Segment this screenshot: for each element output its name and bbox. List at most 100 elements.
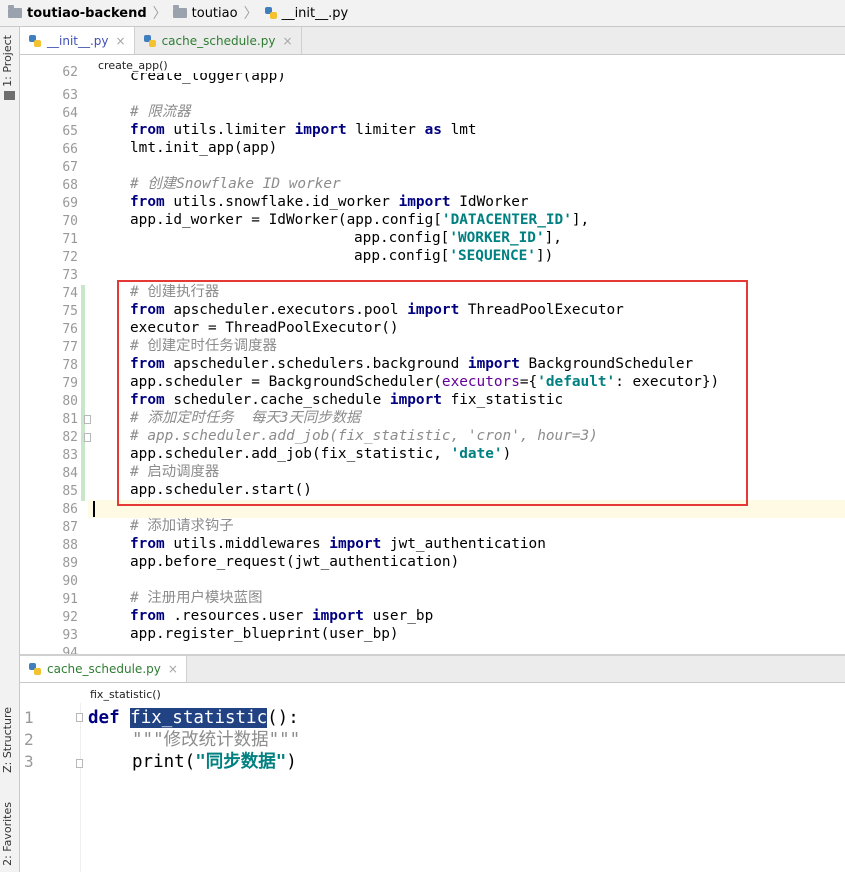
fold-marker-icon[interactable]	[76, 759, 83, 768]
line-number: 66	[62, 142, 78, 157]
text-caret	[93, 501, 95, 517]
project-folder-icon[interactable]	[4, 91, 15, 100]
line-number: 64	[62, 106, 78, 121]
structure-tool-tab[interactable]: Z: Structure	[1, 707, 14, 773]
comment-token: # 限流器	[130, 104, 191, 120]
code-token: utils.limiter	[164, 122, 295, 138]
code-token: utils.snowflake.id_worker	[164, 194, 399, 210]
line-number: 73	[62, 268, 78, 283]
keyword-token: import	[398, 194, 451, 210]
fold-marker-icon[interactable]	[76, 713, 83, 722]
code-token: IdWorker	[450, 194, 529, 210]
keyword-token: import	[294, 122, 347, 138]
line-number: 76	[62, 322, 78, 337]
code-line: def fix_statistic():	[88, 706, 299, 730]
keyword-token: def	[88, 708, 120, 728]
line-number: 91	[62, 592, 78, 607]
annotation-highlight-box	[117, 280, 748, 506]
breadcrumb-folder[interactable]: toutiao	[172, 5, 238, 21]
project-tool-tab[interactable]: 1: Project	[1, 35, 14, 87]
line-number: 69	[62, 196, 78, 211]
code-breadcrumb: fix_statistic()	[20, 683, 845, 703]
code-token: lmt	[441, 122, 477, 138]
project-name: toutiao-backend	[27, 5, 147, 21]
line-number: 74	[62, 286, 78, 301]
code-line: create_logger(app)	[130, 73, 286, 84]
tab-cache-schedule[interactable]: cache_schedule.py ×	[135, 27, 302, 54]
line-number: 79	[62, 376, 78, 391]
line-number: 88	[62, 538, 78, 553]
code-token: )	[286, 752, 297, 772]
function-breadcrumb[interactable]: fix_statistic()	[90, 688, 161, 701]
code-line: # 限流器	[130, 103, 191, 121]
selected-function-name: fix_statistic	[130, 708, 268, 728]
line-number: 62	[62, 65, 78, 80]
line-number: 84	[62, 466, 78, 481]
code-token: app.config[	[354, 248, 450, 264]
python-file-icon	[143, 34, 156, 47]
keyword-token: import	[329, 536, 382, 552]
comment-token: # 添加请求钩子	[130, 518, 234, 534]
close-icon[interactable]: ×	[168, 662, 178, 676]
line-number: 63	[62, 88, 78, 103]
line-number-gutter: 1 2 3	[20, 703, 81, 872]
editor-tab-bar: __init__.py × cache_schedule.py ×	[20, 27, 845, 55]
line-number: 83	[62, 448, 78, 463]
tab-init-py[interactable]: __init__.py ×	[20, 27, 135, 54]
string-token: 'DATACENTER_ID'	[441, 212, 572, 228]
chevron-right-icon: 〉	[152, 6, 167, 22]
keyword-token: as	[424, 122, 442, 138]
favorites-tool-tab[interactable]: 2: Favorites	[1, 802, 14, 866]
close-icon[interactable]: ×	[116, 34, 126, 48]
vcs-change-marker[interactable]	[81, 285, 85, 501]
line-number: 80	[62, 394, 78, 409]
tab-cache-schedule-split[interactable]: cache_schedule.py ×	[20, 656, 187, 682]
folder-icon	[172, 5, 187, 18]
code-token: app.config[	[354, 230, 450, 246]
split-editor-tab-bar: cache_schedule.py ×	[20, 656, 845, 683]
line-number-gutter: 62 63 64 65 66 67 68 69 70 71 72 73 74 7…	[20, 65, 88, 661]
code-line: # 注册用户模块蓝图	[130, 589, 262, 607]
code-token: utils.middlewares	[164, 536, 330, 552]
navigation-breadcrumb: toutiao-backend 〉 toutiao 〉 __init__.py	[0, 0, 845, 27]
line-number: 92	[62, 610, 78, 625]
line-number: 2	[24, 730, 34, 749]
keyword-token: from	[130, 536, 165, 552]
string-token: 'WORKER_ID'	[449, 230, 545, 246]
line-number: 82	[62, 430, 78, 445]
code-line: from utils.limiter import limiter as lmt	[130, 121, 477, 139]
code-token: ():	[267, 708, 299, 728]
line-number: 71	[62, 232, 78, 247]
tool-window-strip: 1: Project Z: Structure 2: Favorites	[0, 27, 20, 872]
python-file-icon	[264, 7, 277, 19]
comment-token: # 创建Snowflake ID worker	[130, 176, 341, 192]
tab-label: cache_schedule.py	[161, 33, 276, 48]
code-token: ],	[571, 212, 590, 228]
line-number: 70	[62, 214, 78, 229]
tab-label: cache_schedule.py	[47, 662, 161, 676]
breadcrumb-project[interactable]: toutiao-backend	[8, 5, 147, 21]
code-token: ])	[535, 248, 554, 264]
line-number: 65	[62, 124, 78, 139]
line-number: 86	[62, 502, 78, 517]
code-line: app.config['WORKER_ID'],	[354, 229, 562, 247]
string-token: "同步数据"	[195, 752, 287, 772]
code-token: jwt_authentication	[381, 536, 546, 552]
code-editor-cache-schedule[interactable]: def fix_statistic(): """修改统计数据""" print(…	[88, 703, 845, 872]
close-icon[interactable]: ×	[282, 34, 292, 48]
keyword-token: import	[311, 608, 364, 624]
code-line: # 添加请求钩子	[130, 517, 234, 535]
line-number: 68	[62, 178, 78, 193]
python-file-icon	[29, 663, 41, 675]
python-file-icon	[29, 34, 41, 47]
function-breadcrumb[interactable]: create_app()	[98, 59, 168, 72]
code-line: from utils.middlewares import jwt_authen…	[130, 535, 546, 553]
line-number: 85	[62, 484, 78, 499]
keyword-token: from	[130, 194, 165, 210]
line-number: 87	[62, 520, 78, 535]
line-number: 78	[62, 358, 78, 373]
line-number: 81	[62, 412, 78, 427]
code-line: # 创建Snowflake ID worker	[130, 175, 341, 193]
docstring-token: """修改统计数据"""	[132, 730, 301, 750]
breadcrumb-file[interactable]: __init__.py	[264, 6, 348, 21]
